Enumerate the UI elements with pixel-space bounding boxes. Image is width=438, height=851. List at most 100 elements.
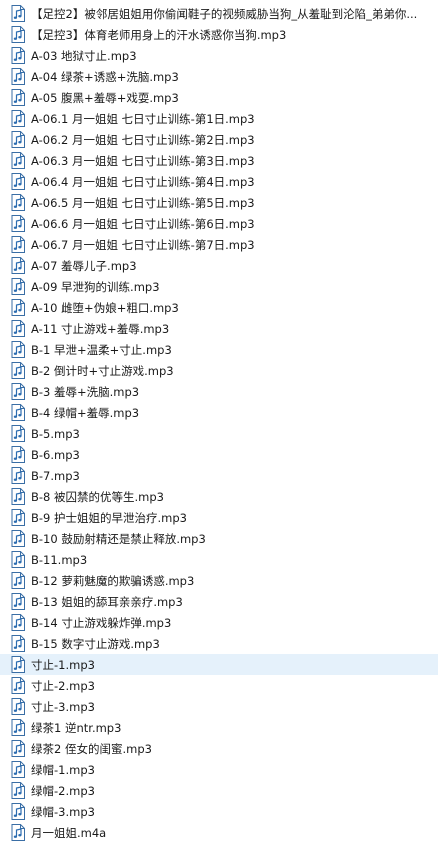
file-item[interactable]: 绿茶2 侄女的闺蜜.mp3 [0, 738, 438, 759]
file-item[interactable]: A-07 羞辱儿子.mp3 [0, 255, 438, 276]
file-item[interactable]: A-06.1 月一姐姐 七日寸止训练-第1日.mp3 [0, 108, 438, 129]
audio-file-icon [11, 320, 25, 337]
audio-file-icon [11, 593, 25, 610]
audio-file-icon [11, 152, 25, 169]
file-item[interactable]: 绿帽-1.mp3 [0, 759, 438, 780]
file-item[interactable]: B-11.mp3 [0, 549, 438, 570]
audio-file-icon [11, 635, 25, 652]
audio-file-icon [11, 383, 25, 400]
file-item[interactable]: A-10 雌堕+伪娘+粗口.mp3 [0, 297, 438, 318]
file-item[interactable]: A-05 腹黑+羞辱+戏耍.mp3 [0, 87, 438, 108]
file-name: 月一姐姐.m4a [31, 825, 107, 840]
file-item[interactable]: B-9 护士姐姐的早泄治疗.mp3 [0, 507, 438, 528]
file-item[interactable]: B-1 早泄+温柔+寸止.mp3 [0, 339, 438, 360]
file-item[interactable]: B-14 寸止游戏躲炸弹.mp3 [0, 612, 438, 633]
audio-file-icon [11, 572, 25, 589]
file-name: B-12 萝莉魅魔的欺骗诱惑.mp3 [31, 573, 195, 588]
file-name: A-06.3 月一姐姐 七日寸止训练-第3日.mp3 [31, 153, 255, 168]
audio-file-icon [11, 488, 25, 505]
audio-file-icon [11, 131, 25, 148]
file-item[interactable]: A-06.3 月一姐姐 七日寸止训练-第3日.mp3 [0, 150, 438, 171]
audio-file-icon [11, 215, 25, 232]
file-item[interactable]: B-12 萝莉魅魔的欺骗诱惑.mp3 [0, 570, 438, 591]
file-item[interactable]: 绿帽-3.mp3 [0, 801, 438, 822]
file-name: B-8 被囚禁的优等生.mp3 [31, 489, 164, 504]
file-name: 寸止-2.mp3 [31, 678, 95, 693]
audio-file-icon [11, 467, 25, 484]
audio-file-icon [11, 698, 25, 715]
audio-file-icon [11, 509, 25, 526]
audio-file-icon [11, 803, 25, 820]
file-item[interactable]: B-6.mp3 [0, 444, 438, 465]
file-item[interactable]: B-13 姐姐的舔耳亲亲疗.mp3 [0, 591, 438, 612]
file-item[interactable]: A-11 寸止游戏+羞辱.mp3 [0, 318, 438, 339]
file-name: 绿茶2 侄女的闺蜜.mp3 [31, 741, 152, 756]
file-name: 绿茶1 逆ntr.mp3 [31, 720, 122, 735]
file-list: 【足控2】被邻居姐姐用你偷闻鞋子的视频威胁当狗_从羞耻到沦陷_弟弟你... 【足… [0, 3, 438, 843]
file-name: 绿帽-2.mp3 [31, 783, 95, 798]
audio-file-icon [11, 47, 25, 64]
file-item[interactable]: 寸止-1.mp3 [0, 654, 438, 675]
audio-file-icon [11, 761, 25, 778]
audio-file-icon [11, 530, 25, 547]
file-item[interactable]: A-04 绿茶+诱惑+洗脑.mp3 [0, 66, 438, 87]
file-name: A-07 羞辱儿子.mp3 [31, 258, 137, 273]
file-item[interactable]: A-06.2 月一姐姐 七日寸止训练-第2日.mp3 [0, 129, 438, 150]
file-name: A-11 寸止游戏+羞辱.mp3 [31, 321, 170, 336]
file-item[interactable]: B-3 羞辱+洗脑.mp3 [0, 381, 438, 402]
file-item[interactable]: 寸止-2.mp3 [0, 675, 438, 696]
file-item[interactable]: A-09 早泄狗的训练.mp3 [0, 276, 438, 297]
audio-file-icon [11, 824, 25, 841]
file-name: A-09 早泄狗的训练.mp3 [31, 279, 160, 294]
file-item[interactable]: B-4 绿帽+羞辱.mp3 [0, 402, 438, 423]
file-name: B-1 早泄+温柔+寸止.mp3 [31, 342, 172, 357]
audio-file-icon [11, 173, 25, 190]
file-name: B-4 绿帽+羞辱.mp3 [31, 405, 140, 420]
file-name: B-15 数字寸止游戏.mp3 [31, 636, 160, 651]
file-name: 绿帽-1.mp3 [31, 762, 95, 777]
file-name: A-06.7 月一姐姐 七日寸止训练-第7日.mp3 [31, 237, 255, 252]
file-item[interactable]: B-7.mp3 [0, 465, 438, 486]
file-item[interactable]: A-06.7 月一姐姐 七日寸止训练-第7日.mp3 [0, 234, 438, 255]
file-name: A-06.4 月一姐姐 七日寸止训练-第4日.mp3 [31, 174, 255, 189]
file-item[interactable]: 【足控3】体育老师用身上的汗水诱惑你当狗.mp3 [0, 24, 438, 45]
file-name: 【足控3】体育老师用身上的汗水诱惑你当狗.mp3 [31, 27, 287, 42]
file-item[interactable]: B-5.mp3 [0, 423, 438, 444]
file-name: A-10 雌堕+伪娘+粗口.mp3 [31, 300, 179, 315]
audio-file-icon [11, 236, 25, 253]
audio-file-icon [11, 719, 25, 736]
file-name: A-03 地狱寸止.mp3 [31, 48, 137, 63]
audio-file-icon [11, 446, 25, 463]
file-item[interactable]: B-2 倒计时+寸止游戏.mp3 [0, 360, 438, 381]
file-item[interactable]: A-06.5 月一姐姐 七日寸止训练-第5日.mp3 [0, 192, 438, 213]
file-item[interactable]: B-8 被囚禁的优等生.mp3 [0, 486, 438, 507]
file-item[interactable]: 寸止-3.mp3 [0, 696, 438, 717]
file-name: A-05 腹黑+羞辱+戏耍.mp3 [31, 90, 179, 105]
audio-file-icon [11, 26, 25, 43]
audio-file-icon [11, 299, 25, 316]
file-item[interactable]: B-10 鼓励射精还是禁止释放.mp3 [0, 528, 438, 549]
file-name: B-14 寸止游戏躲炸弹.mp3 [31, 615, 172, 630]
file-item[interactable]: 绿茶1 逆ntr.mp3 [0, 717, 438, 738]
file-item[interactable]: 【足控2】被邻居姐姐用你偷闻鞋子的视频威胁当狗_从羞耻到沦陷_弟弟你... [0, 3, 438, 24]
file-item[interactable]: 绿帽-2.mp3 [0, 780, 438, 801]
file-name: B-3 羞辱+洗脑.mp3 [31, 384, 140, 399]
audio-file-icon [11, 110, 25, 127]
file-item[interactable]: B-15 数字寸止游戏.mp3 [0, 633, 438, 654]
file-name: 绿帽-3.mp3 [31, 804, 95, 819]
file-item[interactable]: A-06.6 月一姐姐 七日寸止训练-第6日.mp3 [0, 213, 438, 234]
file-name: A-06.6 月一姐姐 七日寸止训练-第6日.mp3 [31, 216, 255, 231]
file-item[interactable]: A-03 地狱寸止.mp3 [0, 45, 438, 66]
audio-file-icon [11, 257, 25, 274]
audio-file-icon [11, 677, 25, 694]
file-name: B-5.mp3 [31, 426, 80, 441]
file-name: B-9 护士姐姐的早泄治疗.mp3 [31, 510, 187, 525]
audio-file-icon [11, 782, 25, 799]
file-item[interactable]: A-06.4 月一姐姐 七日寸止训练-第4日.mp3 [0, 171, 438, 192]
audio-file-icon [11, 278, 25, 295]
audio-file-icon [11, 740, 25, 757]
file-name: B-6.mp3 [31, 447, 80, 462]
audio-file-icon [11, 425, 25, 442]
file-item[interactable]: 月一姐姐.m4a [0, 822, 438, 843]
audio-file-icon [11, 194, 25, 211]
